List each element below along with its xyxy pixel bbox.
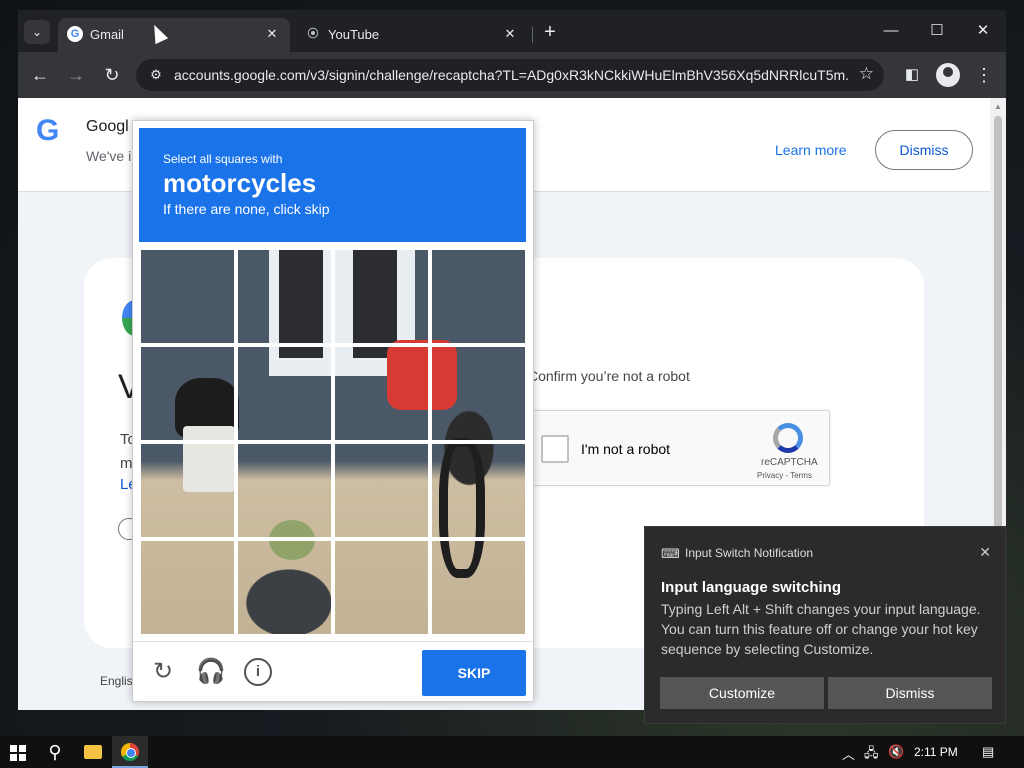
- search-icon[interactable]: ⚲: [44, 740, 66, 764]
- side-panel-icon[interactable]: ◧: [900, 63, 924, 87]
- learn-more-link[interactable]: Learn more: [775, 142, 847, 158]
- challenge-image-grid: [139, 248, 526, 635]
- clock[interactable]: 2:11 PM: [914, 745, 958, 759]
- tab-gmail[interactable]: G Gmail ✕: [58, 18, 290, 52]
- menu-icon[interactable]: ⋮: [972, 63, 996, 87]
- skip-button[interactable]: SKIP: [422, 650, 526, 696]
- grid-tile[interactable]: [139, 539, 236, 635]
- notification-header: Input Switch Notification: [685, 546, 814, 560]
- challenge-footer: ↻ 🎧 i SKIP: [133, 641, 533, 701]
- robot-checkbox-label: I'm not a robot: [581, 441, 671, 457]
- tab-strip: ⌄ G Gmail ✕ ⦿ YouTube ✕ + — ☐ ✕: [18, 10, 1006, 52]
- close-tab-icon[interactable]: ✕: [500, 24, 520, 44]
- google-logo-icon: G: [36, 114, 60, 147]
- banner-subtitle: We've i: [86, 148, 132, 164]
- address-bar[interactable]: ⚙ accounts.google.com/v3/signin/challeng…: [136, 59, 884, 91]
- recaptcha-challenge-popup: Select all squares with motorcycles If t…: [132, 120, 534, 702]
- recaptcha-logo-icon: [773, 423, 803, 453]
- grid-tile[interactable]: [430, 345, 526, 442]
- grid-tile[interactable]: [236, 539, 333, 635]
- tab-search-button[interactable]: ⌄: [24, 20, 50, 44]
- grid-tile[interactable]: [430, 248, 526, 345]
- grid-tile[interactable]: [236, 442, 333, 539]
- maximize-button[interactable]: ☐: [922, 20, 952, 42]
- reload-challenge-icon[interactable]: ↻: [149, 658, 177, 686]
- grid-tile[interactable]: [333, 345, 430, 442]
- tab-title: Gmail: [90, 27, 124, 42]
- banner-title: Googl: [86, 118, 129, 135]
- grid-tile[interactable]: [139, 248, 236, 345]
- dismiss-banner-button[interactable]: Dismiss: [875, 130, 973, 170]
- recaptcha-terms-link[interactable]: Privacy - Terms: [757, 471, 812, 480]
- close-tab-icon[interactable]: ✕: [262, 24, 282, 44]
- tab-youtube[interactable]: ⦿ YouTube ✕: [296, 18, 528, 52]
- bookmark-star-icon[interactable]: ☆: [859, 64, 874, 84]
- grid-tile[interactable]: [333, 248, 430, 345]
- challenge-target: motorcycles: [163, 168, 317, 198]
- recaptcha-name: reCAPTCHA: [761, 457, 818, 468]
- challenge-header: Select all squares with motorcycles If t…: [139, 128, 526, 242]
- google-favicon-icon: G: [67, 26, 83, 42]
- grid-tile[interactable]: [430, 539, 526, 635]
- challenge-instruction: Select all squares with: [163, 152, 283, 166]
- tab-separator: [532, 27, 533, 43]
- robot-checkbox[interactable]: [541, 435, 569, 463]
- dismiss-notification-button[interactable]: Dismiss: [828, 677, 992, 709]
- challenge-subtext: If there are none, click skip: [163, 201, 330, 217]
- recaptcha-widget: I'm not a robot reCAPTCHA Privacy - Term…: [528, 410, 830, 486]
- chrome-taskbar-button[interactable]: [112, 736, 148, 768]
- new-tab-button[interactable]: +: [538, 21, 562, 45]
- back-button[interactable]: ←: [28, 63, 52, 87]
- grid-tile[interactable]: [236, 248, 333, 345]
- youtube-favicon-icon: ⦿: [307, 28, 319, 40]
- input-switch-notification: ⌨ Input Switch Notification ✕ Input lang…: [644, 526, 1006, 724]
- file-explorer-icon[interactable]: [84, 745, 102, 759]
- close-window-button[interactable]: ✕: [968, 20, 998, 42]
- grid-tile[interactable]: [333, 442, 430, 539]
- info-icon[interactable]: i: [244, 658, 272, 686]
- windows-start-icon[interactable]: [10, 745, 26, 761]
- browser-toolbar: ← → ↻ ⚙ accounts.google.com/v3/signin/ch…: [18, 52, 1006, 98]
- volume-muted-icon[interactable]: 🔇: [888, 744, 904, 760]
- url-text[interactable]: accounts.google.com/v3/signin/challenge/…: [174, 67, 850, 83]
- forward-button[interactable]: →: [64, 63, 88, 87]
- audio-challenge-icon[interactable]: 🎧: [196, 658, 226, 686]
- grid-tile[interactable]: [139, 442, 236, 539]
- scroll-up-icon[interactable]: ▲: [994, 102, 1002, 111]
- keyboard-icon: ⌨: [661, 546, 680, 561]
- confirm-robot-text: Confirm you’re not a robot: [528, 368, 690, 384]
- customize-button[interactable]: Customize: [660, 677, 824, 709]
- taskbar: ⚲ ︿ 🖧 🔇 2:11 PM ▤: [0, 736, 1024, 768]
- site-info-icon[interactable]: ⚙: [146, 65, 166, 85]
- close-notification-icon[interactable]: ✕: [979, 544, 991, 561]
- network-icon[interactable]: 🖧: [864, 744, 879, 766]
- tab-title: YouTube: [328, 27, 380, 42]
- reload-button[interactable]: ↻: [100, 63, 124, 87]
- language-selector[interactable]: Englis: [100, 674, 133, 688]
- notification-body: Typing Left Alt + Shift changes your inp…: [661, 601, 981, 657]
- grid-tile[interactable]: [139, 345, 236, 442]
- grid-tile[interactable]: [430, 442, 526, 539]
- minimize-button[interactable]: —: [876, 20, 906, 42]
- grid-tile[interactable]: [236, 345, 333, 442]
- tray-chevron-icon[interactable]: ︿: [842, 744, 855, 763]
- profile-avatar[interactable]: [936, 63, 960, 87]
- chrome-icon: [121, 743, 139, 761]
- action-center-icon[interactable]: ▤: [982, 744, 994, 760]
- grid-tile[interactable]: [333, 539, 430, 635]
- notification-title: Input language switching: [661, 579, 841, 596]
